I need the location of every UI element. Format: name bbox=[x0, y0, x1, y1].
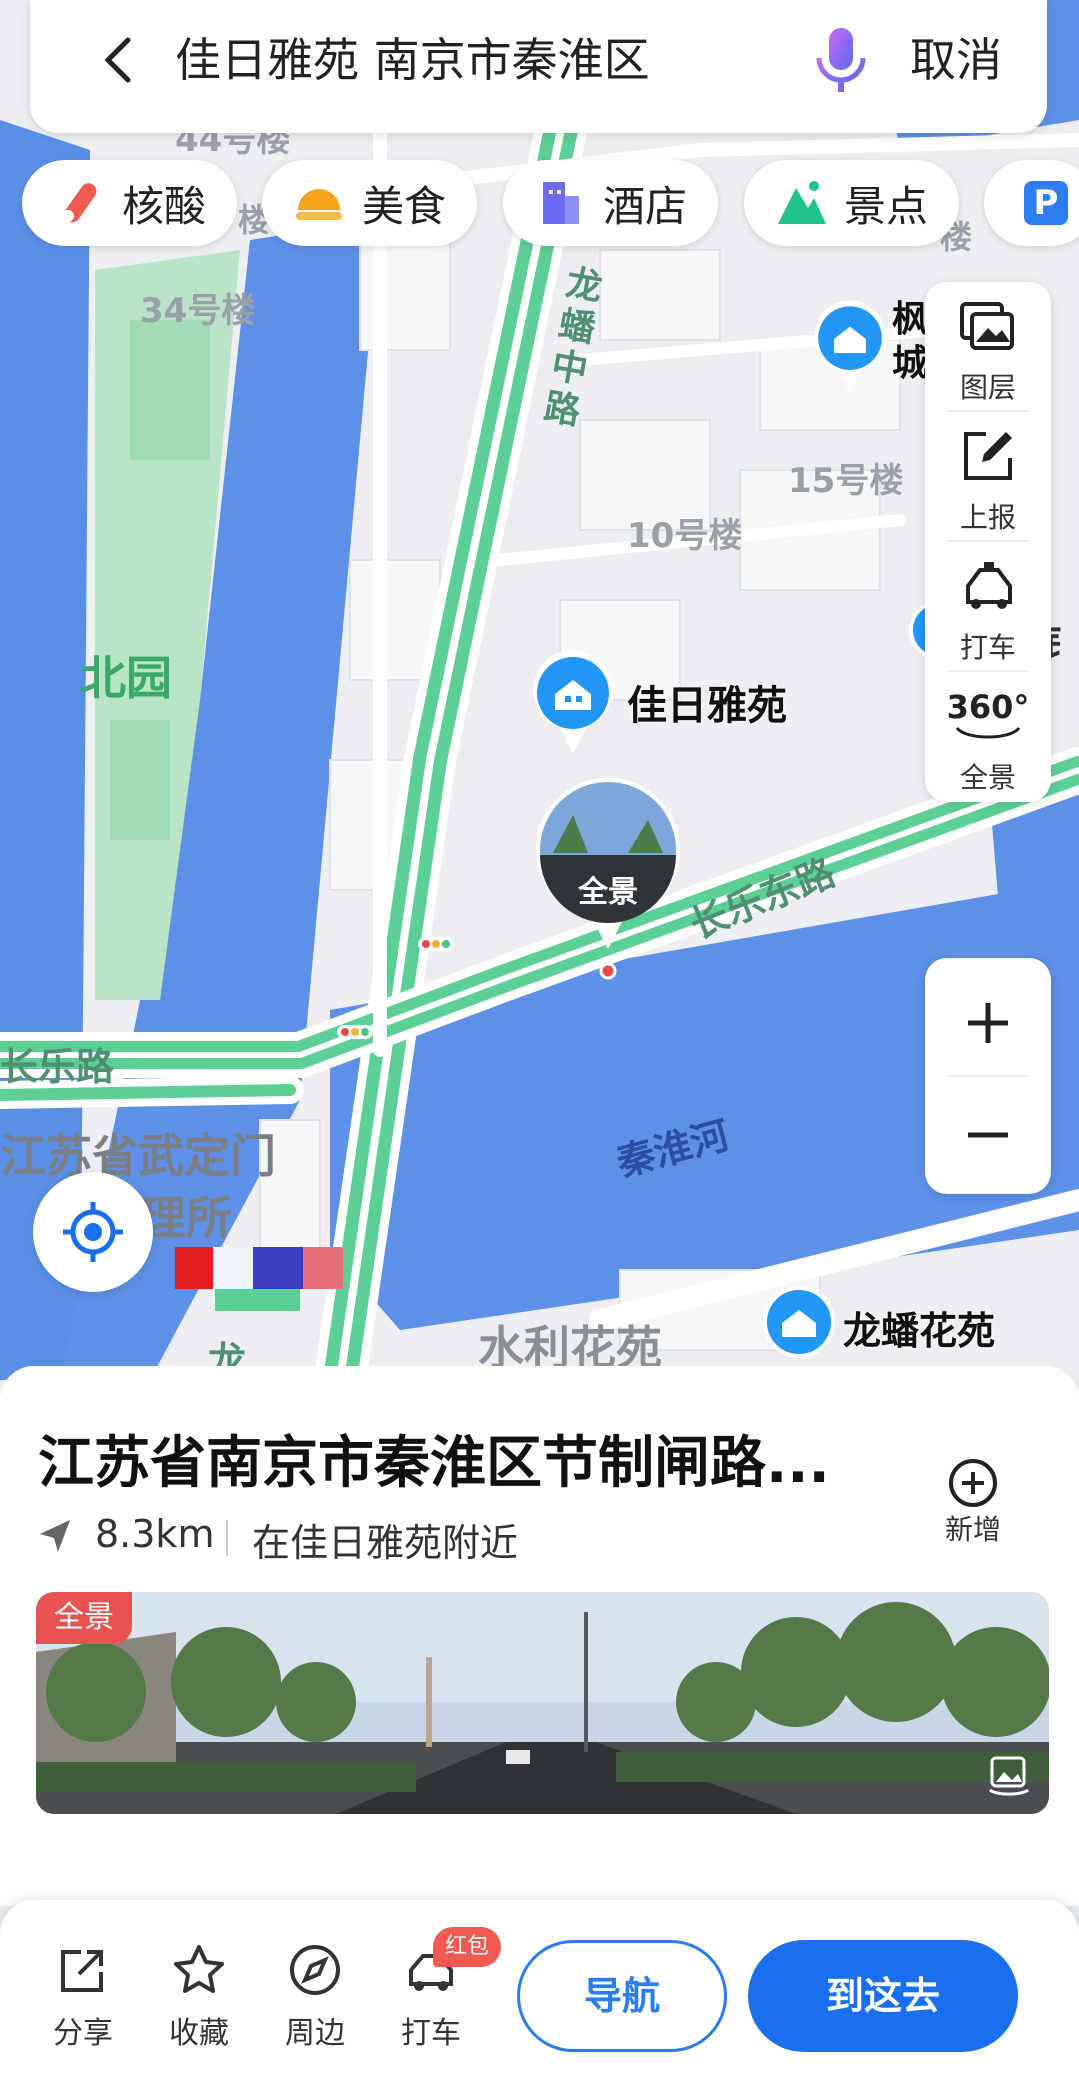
star-icon bbox=[174, 1945, 224, 1993]
go-here-button[interactable]: 到这去 bbox=[748, 1940, 1018, 2052]
chip-parking[interactable]: P bbox=[984, 160, 1079, 246]
taxi-label: 打车 bbox=[401, 2016, 461, 2051]
map-tools-panel: 图层 上报 打车 360° 全景 bbox=[925, 282, 1051, 802]
share-icon bbox=[61, 1950, 103, 1992]
chip-food[interactable]: 美食 bbox=[262, 160, 477, 246]
chip-hotel[interactable]: 酒店 bbox=[503, 160, 718, 246]
map-label-changle-left: 长乐路 bbox=[0, 1045, 115, 1089]
test-tube-icon bbox=[62, 183, 97, 223]
map-label-office-1: 江苏省武定门 bbox=[0, 1129, 276, 1183]
chip-scenic[interactable]: 景点 bbox=[744, 160, 959, 246]
food-icon bbox=[296, 189, 342, 220]
chip-label: 酒店 bbox=[603, 181, 688, 231]
building-icon bbox=[533, 650, 613, 754]
search-bar: 佳日雅苑 南京市秦淮区 取消 bbox=[30, 0, 1047, 133]
panorama-arc-icon bbox=[955, 727, 1021, 739]
report-icon bbox=[964, 432, 1012, 480]
map-label-beiyuan: 北园 bbox=[80, 651, 172, 705]
locate-button[interactable] bbox=[33, 1172, 153, 1292]
map-label-fengcheng: 枫城 bbox=[892, 299, 929, 384]
hotel-icon bbox=[543, 182, 579, 224]
panorama-badge: 全景 bbox=[36, 1592, 132, 1644]
share-label: 分享 bbox=[53, 2016, 113, 2051]
street-panorama-photo[interactable] bbox=[36, 1592, 1049, 1814]
map-label-10: 10号楼 bbox=[627, 516, 743, 556]
red-packet-badge: 红包 bbox=[433, 1927, 502, 1967]
map-label-office-2: 理所 bbox=[140, 1191, 232, 1245]
tool-label: 全景 bbox=[959, 761, 1016, 794]
tool-taxi[interactable]: 打车 bbox=[925, 542, 1051, 672]
nearby-text: 在佳日雅苑附近 bbox=[252, 1521, 519, 1565]
distance-text: 8.3km bbox=[95, 1512, 215, 1556]
chip-label: 核酸 bbox=[122, 181, 207, 231]
chip-label: 景点 bbox=[844, 181, 929, 231]
microphone-icon[interactable] bbox=[810, 24, 872, 98]
share-button[interactable]: 分享 bbox=[38, 1942, 128, 2052]
add-plus-icon[interactable] bbox=[940, 1450, 1006, 1516]
poi-pin-longpan-garden[interactable] bbox=[762, 1285, 836, 1359]
divider bbox=[947, 1075, 1029, 1077]
panorama-thumbnail-icon bbox=[536, 777, 680, 949]
zoom-controls bbox=[925, 958, 1051, 1194]
gallery-icon bbox=[988, 1756, 1030, 1796]
mountain-icon bbox=[778, 181, 826, 224]
back-arrow-icon[interactable] bbox=[90, 30, 150, 90]
chip-label: 美食 bbox=[362, 181, 447, 231]
nearby-label: 周边 bbox=[285, 2016, 345, 2051]
zoom-in-icon[interactable] bbox=[963, 998, 1013, 1048]
place-title: 江苏省南京市秦淮区节制闸路... bbox=[38, 1431, 830, 1496]
search-input[interactable]: 佳日雅苑 南京市秦淮区 bbox=[175, 30, 650, 90]
tool-label: 图层 bbox=[959, 371, 1016, 404]
navigate-button[interactable]: 导航 bbox=[517, 1940, 727, 2052]
direction-arrow-icon bbox=[40, 1520, 70, 1552]
tool-layers[interactable]: 图层 bbox=[925, 282, 1051, 412]
poi-pin-fengcheng[interactable] bbox=[812, 300, 888, 394]
add-label[interactable]: 新增 bbox=[940, 1508, 1006, 1548]
tool-label: 打车 bbox=[959, 631, 1016, 664]
map-label-15: 15号楼 bbox=[788, 461, 904, 501]
panorama-bubble-label: 全景 bbox=[578, 875, 638, 910]
tool-panorama[interactable]: 360° 全景 bbox=[925, 672, 1051, 802]
map-label-longpan-garden: 龙蟠花苑 bbox=[843, 1309, 996, 1353]
map-label-34: 34号楼 bbox=[140, 291, 256, 331]
zoom-out-icon[interactable] bbox=[963, 1110, 1013, 1160]
chip-nucleic-test[interactable]: 核酸 bbox=[22, 160, 237, 246]
favorite-label: 收藏 bbox=[169, 2016, 229, 2051]
nearby-button[interactable]: 周边 bbox=[270, 1942, 360, 2052]
map-label-jiari: 佳日雅苑 bbox=[627, 683, 787, 729]
parking-icon: P bbox=[1024, 181, 1068, 225]
panorama-bubble[interactable]: 全景 bbox=[533, 775, 683, 950]
compass-icon bbox=[290, 1945, 340, 1995]
favorite-button[interactable]: 收藏 bbox=[154, 1942, 244, 2052]
tool-report[interactable]: 上报 bbox=[925, 412, 1051, 542]
building-icon bbox=[763, 1286, 835, 1358]
panorama-360-icon: 360° bbox=[946, 688, 1030, 726]
taxi-icon bbox=[966, 562, 1012, 609]
poi-pin-jiari[interactable] bbox=[530, 650, 616, 756]
divider bbox=[226, 1520, 228, 1556]
cancel-button[interactable]: 取消 bbox=[910, 30, 1002, 90]
layers-icon bbox=[960, 302, 1014, 350]
locate-icon bbox=[63, 1202, 123, 1262]
building-icon bbox=[814, 300, 886, 393]
tool-label: 上报 bbox=[959, 501, 1016, 534]
